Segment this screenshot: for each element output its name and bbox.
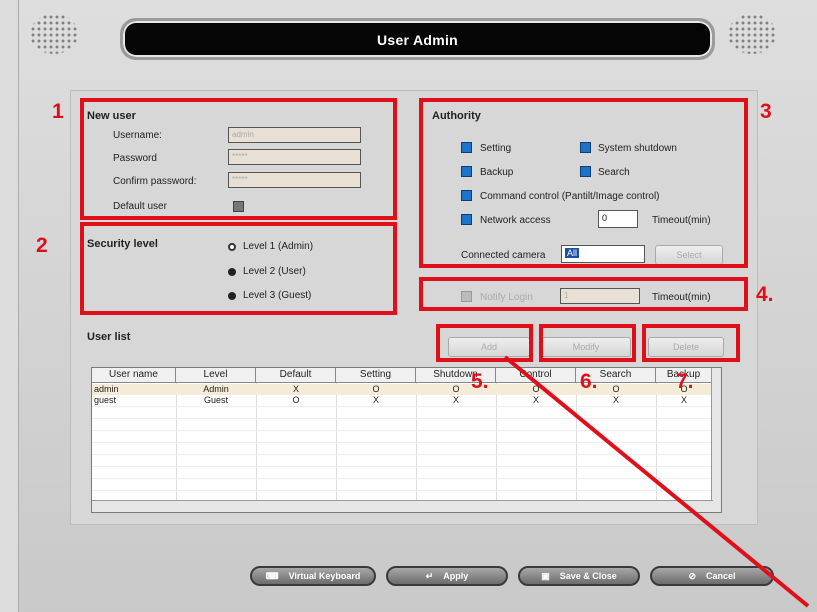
annotation-arrow-line — [503, 355, 810, 608]
